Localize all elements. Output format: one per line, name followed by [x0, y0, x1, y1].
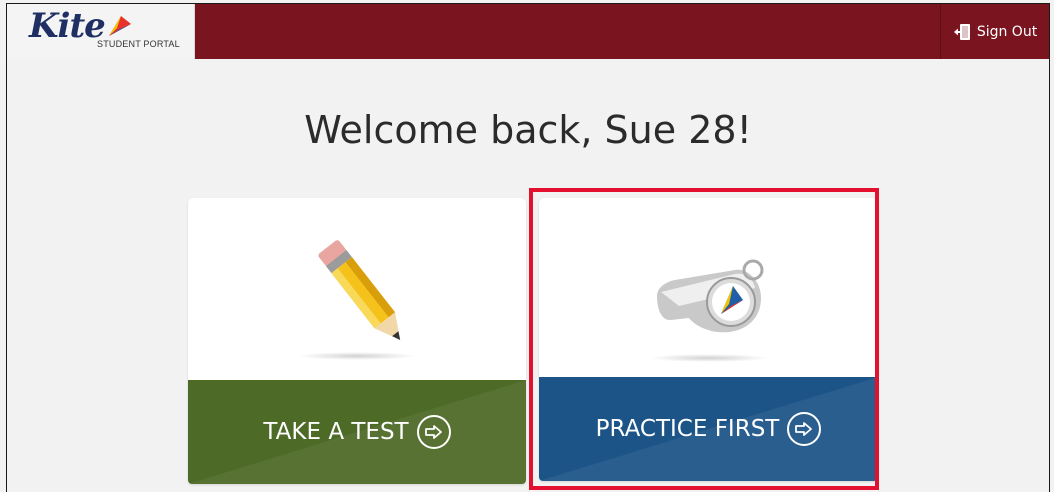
kite-icon — [109, 16, 131, 36]
arrow-right-icon — [416, 415, 451, 449]
app-window: Kite STUDENT PORTAL Sign Out Welcome bac… — [6, 3, 1050, 492]
practice-first-card[interactable]: PRACTICE FIRST — [539, 198, 878, 481]
practice-first-button[interactable]: PRACTICE FIRST — [539, 377, 878, 481]
sign-out-icon — [953, 23, 970, 40]
card-art — [539, 198, 878, 378]
practice-first-label: PRACTICE FIRST — [595, 416, 780, 442]
whistle-icon — [657, 259, 764, 333]
welcome-heading: Welcome back, Sue 28! — [304, 108, 752, 152]
sign-out-button[interactable]: Sign Out — [940, 4, 1049, 59]
kite-logo[interactable]: Kite STUDENT PORTAL — [7, 4, 195, 59]
pencil-icon — [318, 240, 401, 341]
top-bar: Kite STUDENT PORTAL Sign Out — [7, 4, 1049, 59]
whistle-shadow — [648, 354, 769, 362]
card-art — [188, 198, 526, 378]
take-a-test-button[interactable]: TAKE A TEST — [188, 380, 526, 484]
sign-out-label: Sign Out — [976, 23, 1038, 40]
take-a-test-card[interactable]: TAKE A TEST — [188, 198, 526, 484]
take-a-test-label: TAKE A TEST — [263, 419, 409, 445]
logo-wordmark: Kite — [29, 6, 106, 46]
pencil-shadow — [297, 352, 417, 360]
logo-subtitle: STUDENT PORTAL — [97, 39, 180, 49]
